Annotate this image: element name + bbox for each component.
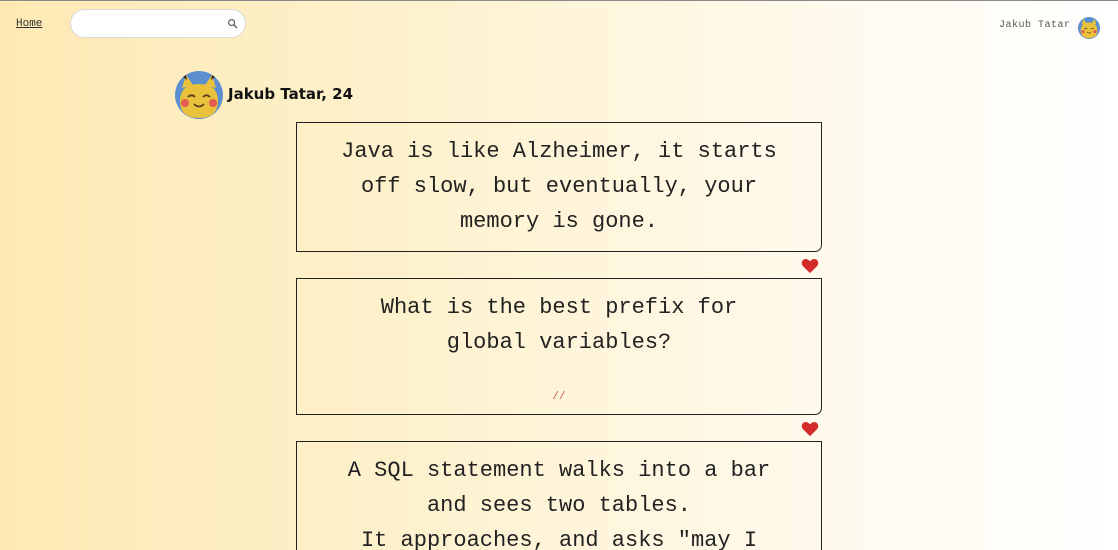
post-text-line: Java is like Alzheimer, it starts (341, 139, 777, 164)
post-text-line: and sees two tables. (426, 493, 692, 518)
top-navigation: Home Jakub Tatar (0, 1, 1118, 51)
post-card: What is the best prefix for global varia… (296, 278, 822, 415)
post-text-line: A SQL statement walks into a bar (347, 458, 771, 483)
search-input[interactable] (83, 16, 227, 34)
like-heart-icon[interactable] (801, 258, 819, 274)
user-avatar-icon[interactable] (1078, 17, 1100, 39)
post-card: Java is like Alzheimer, it starts off sl… (296, 122, 822, 252)
profile-avatar-icon (175, 71, 223, 119)
post-text-line: It approaches, and asks "may I (360, 528, 758, 550)
profile-title: Jakub Tatar, 24 (228, 85, 354, 103)
post-text-line: global variables? (446, 330, 672, 355)
post-comment-marker: // (552, 391, 566, 403)
like-heart-icon[interactable] (801, 421, 819, 437)
post-text-line: off slow, but eventually, your (360, 174, 758, 199)
search-icon[interactable] (227, 18, 238, 29)
post-text-line: memory is gone. (459, 209, 659, 234)
search-box[interactable] (70, 9, 246, 38)
post-card: A SQL statement walks into a bar and see… (296, 441, 822, 550)
post-text-line: What is the best prefix for (380, 295, 738, 320)
user-name-link[interactable]: Jakub Tatar (999, 20, 1071, 31)
home-link[interactable]: Home (16, 18, 42, 30)
